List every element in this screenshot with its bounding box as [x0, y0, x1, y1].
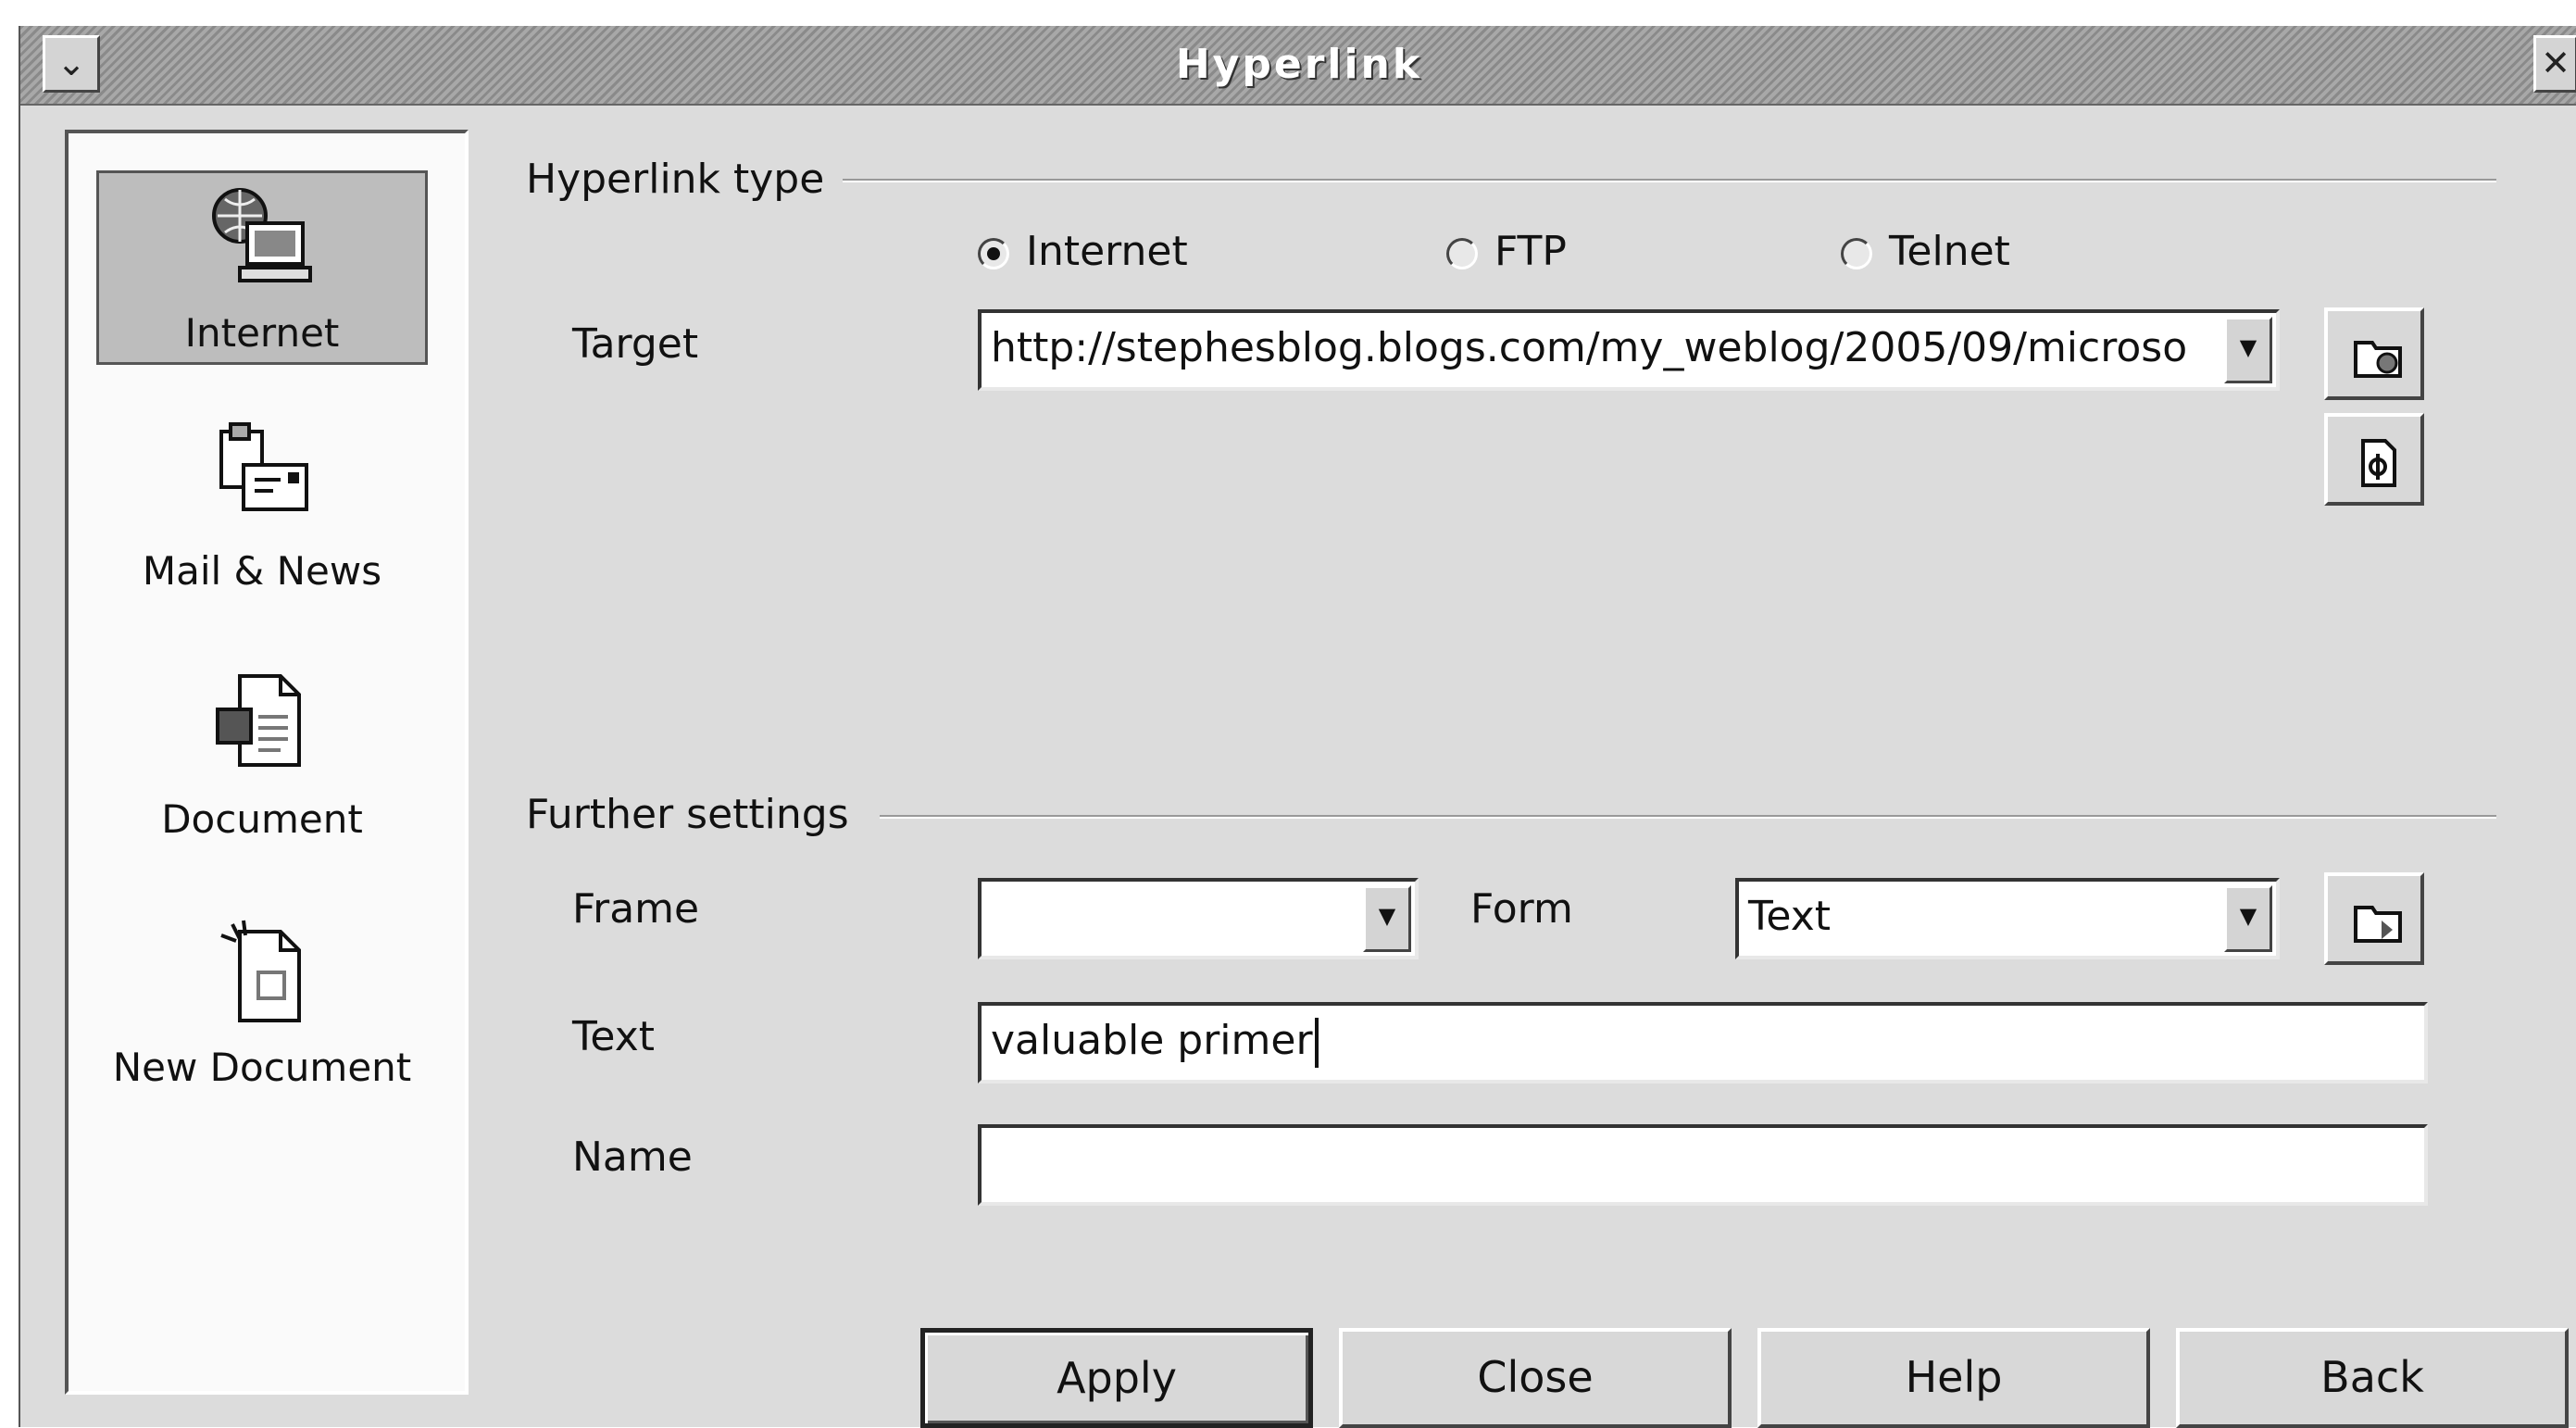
- form-combobox[interactable]: Text ▼: [1735, 878, 2280, 959]
- internet-icon: [212, 188, 312, 282]
- target-url-value: http://stephesblog.blogs.com/my_weblog/2…: [991, 324, 2188, 371]
- sidebar-item-label: Internet: [184, 310, 340, 356]
- target-in-document-button[interactable]: [2324, 413, 2424, 506]
- section-divider: [880, 815, 2496, 819]
- radio-label: Telnet: [1889, 228, 2010, 275]
- close-button[interactable]: Close: [1339, 1328, 1732, 1428]
- frame-label: Frame: [572, 885, 700, 933]
- radio-label: Internet: [1026, 228, 1188, 275]
- radio-ftp[interactable]: FTP: [1446, 228, 1567, 275]
- section-divider: [843, 179, 2496, 182]
- radio-indicator: [1446, 238, 1478, 269]
- apply-button[interactable]: Apply: [920, 1328, 1313, 1428]
- sidebar-item-label: Mail & News: [142, 548, 382, 594]
- form-value: Text: [1748, 893, 1831, 940]
- document-icon: [216, 674, 301, 767]
- name-label: Name: [572, 1134, 693, 1181]
- name-input[interactable]: [978, 1124, 2428, 1206]
- frame-combobox[interactable]: ▼: [978, 878, 1419, 959]
- target-url-combobox[interactable]: http://stephesblog.blogs.com/my_weblog/2…: [978, 309, 2280, 391]
- help-button[interactable]: Help: [1757, 1328, 2150, 1428]
- sidebar-item-document[interactable]: Document: [96, 659, 428, 854]
- target-in-document-icon: [2361, 439, 2396, 487]
- hyperlink-dialog: ⌄ Hyperlink ✕ Internet Mail & News Docum…: [19, 26, 2576, 1428]
- close-window-button[interactable]: ✕: [2533, 35, 2576, 93]
- target-label: Target: [572, 320, 699, 368]
- text-label: Text: [572, 1013, 655, 1060]
- new-document-icon: [220, 920, 301, 1022]
- text-input[interactable]: valuable primer: [978, 1002, 2428, 1084]
- close-icon: ✕: [2541, 43, 2570, 83]
- form-label: Form: [1470, 885, 1573, 933]
- radio-internet[interactable]: Internet: [978, 228, 1188, 275]
- sidebar-item-label: New Document: [112, 1045, 412, 1090]
- sidebar-item-new-document[interactable]: New Document: [96, 908, 428, 1102]
- sidebar-item-label: Document: [161, 796, 363, 842]
- radio-label: FTP: [1494, 228, 1567, 275]
- mail-news-icon: [219, 422, 308, 511]
- sidebar-item-mail-news[interactable]: Mail & News: [96, 411, 428, 606]
- text-cursor: [1314, 1018, 1319, 1068]
- back-button[interactable]: Back: [2176, 1328, 2569, 1428]
- open-web-browser-icon: [2354, 341, 2402, 378]
- hyperlink-category-panel: Internet Mail & News Document New Docume…: [65, 130, 469, 1395]
- text-value: valuable primer: [991, 1017, 1313, 1064]
- chevron-down-icon[interactable]: ▼: [2224, 885, 2272, 952]
- chevron-down-icon[interactable]: ▼: [1363, 885, 1411, 952]
- window-title: Hyperlink: [1175, 41, 1423, 88]
- radio-indicator: [1841, 238, 1872, 269]
- radio-telnet[interactable]: Telnet: [1841, 228, 2010, 275]
- radio-indicator: [978, 238, 1009, 269]
- events-button[interactable]: [2324, 872, 2424, 965]
- title-bar[interactable]: ⌄ Hyperlink ✕: [20, 26, 2576, 106]
- chevron-down-icon[interactable]: ▼: [2224, 317, 2272, 383]
- hyperlink-type-heading: Hyperlink type: [526, 156, 825, 203]
- events-icon: [2354, 906, 2402, 943]
- sidebar-item-internet[interactable]: Internet: [96, 170, 428, 365]
- open-web-browser-button[interactable]: [2324, 307, 2424, 400]
- further-settings-heading: Further settings: [526, 791, 849, 838]
